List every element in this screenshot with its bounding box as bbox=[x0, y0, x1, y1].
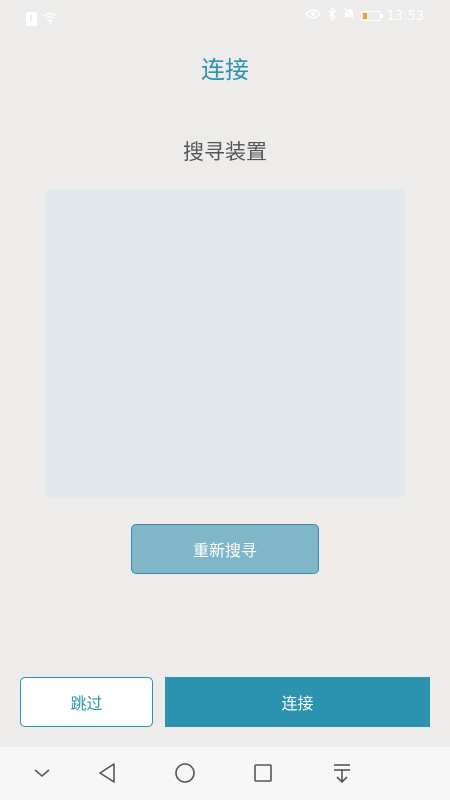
connect-button[interactable]: 连接 bbox=[165, 677, 430, 727]
wifi-icon bbox=[43, 9, 57, 28]
chevron-down-icon[interactable] bbox=[28, 759, 56, 787]
home-circle-icon[interactable] bbox=[171, 759, 199, 787]
status-time: 13:53 bbox=[386, 8, 424, 24]
sim-alert-icon bbox=[26, 11, 37, 26]
page-title: 连接 bbox=[201, 56, 249, 84]
status-left bbox=[26, 9, 57, 28]
battery-fill bbox=[362, 13, 367, 19]
mute-icon bbox=[342, 7, 355, 25]
status-bar: 13:53 bbox=[0, 0, 450, 32]
device-list-panel[interactable] bbox=[45, 189, 405, 498]
search-devices-title: 搜寻装置 bbox=[183, 140, 267, 164]
rescan-button[interactable]: 重新搜寻 bbox=[131, 524, 319, 574]
notification-pull-icon[interactable] bbox=[328, 759, 356, 787]
navigation-bar bbox=[0, 747, 450, 800]
skip-button[interactable]: 跳过 bbox=[20, 677, 153, 727]
status-right: 13:53 bbox=[304, 6, 424, 25]
bluetooth-icon bbox=[327, 6, 337, 25]
back-triangle-icon[interactable] bbox=[93, 759, 121, 787]
battery-icon bbox=[360, 11, 383, 21]
recents-square-icon[interactable] bbox=[249, 759, 277, 787]
eye-icon bbox=[304, 8, 321, 24]
